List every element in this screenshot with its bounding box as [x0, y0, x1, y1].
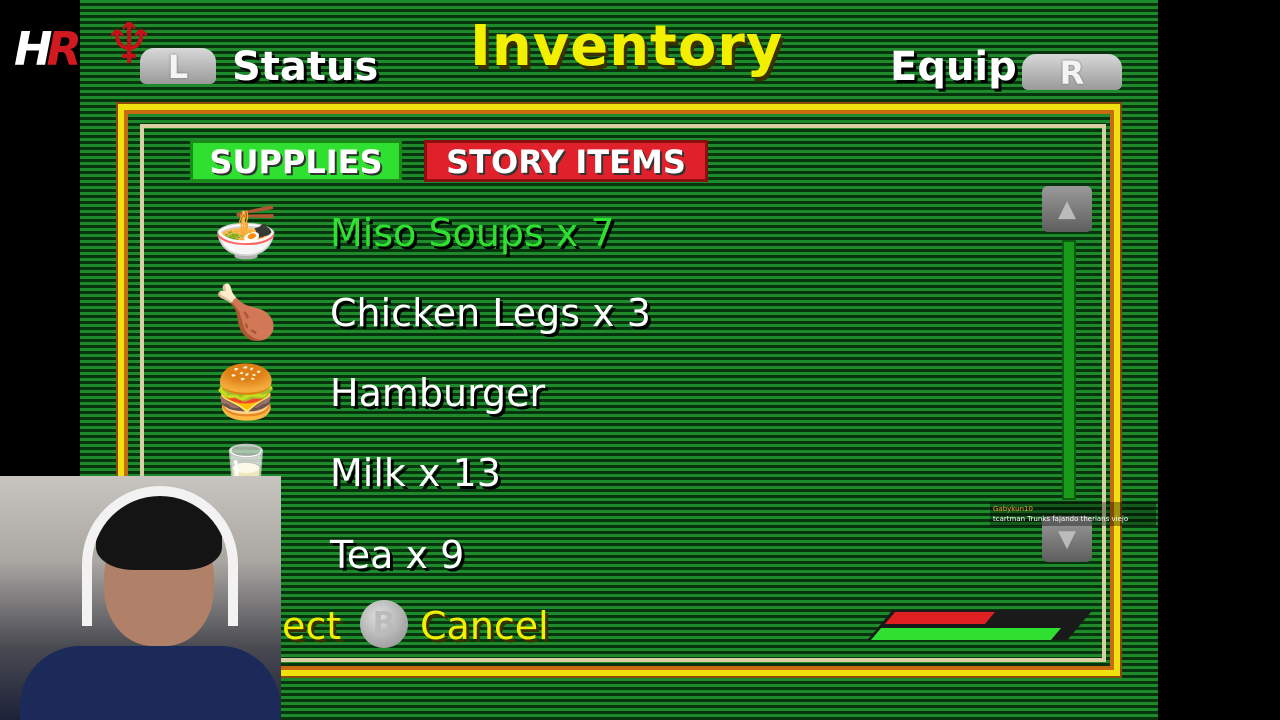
item-row-miso-soups[interactable]: 🍜 Miso Soups x 7: [210, 198, 910, 268]
miso-soup-icon: 🍜: [213, 203, 279, 263]
item-row-chicken-legs[interactable]: 🍗 Chicken Legs x 3: [210, 278, 910, 348]
streamer-shirt: [20, 646, 280, 720]
select-hint: ect: [282, 604, 342, 648]
item-label: Tea x 9: [330, 533, 465, 577]
headset-icon: [82, 486, 238, 626]
item-label: Milk x 13: [330, 451, 501, 495]
logo-letter-r: R: [46, 22, 83, 76]
status-tab-label[interactable]: Status: [232, 44, 378, 90]
stamina-bar: [870, 628, 1062, 640]
item-label: Chicken Legs x 3: [330, 291, 651, 335]
equip-tab-label[interactable]: Equip: [890, 44, 1017, 90]
webcam-overlay: [0, 476, 281, 720]
hamburger-icon: 🍔: [213, 363, 279, 423]
stream-chat-message: Gabykun10 tcartman Trunks fajando theria…: [990, 502, 1156, 526]
item-row-hamburger[interactable]: 🍔 Hamburger: [210, 358, 910, 428]
page-title: Inventory: [470, 14, 784, 79]
item-row-milk[interactable]: 🥛 Milk x 13: [210, 438, 910, 508]
cancel-hint[interactable]: Cancel: [420, 600, 549, 652]
chat-username: Gabykun10: [993, 505, 1033, 513]
logo-letter-h: H: [14, 22, 52, 76]
chicken-leg-icon: 🍗: [213, 283, 279, 343]
item-label: Hamburger: [330, 371, 546, 415]
channel-logo: HR: [14, 14, 86, 84]
r-shoulder-button[interactable]: R: [1022, 54, 1122, 92]
scrollbar[interactable]: [1062, 240, 1076, 500]
chat-text: tcartman Trunks fajando therians viejo: [993, 515, 1129, 523]
b-button-icon: B: [360, 600, 408, 648]
scroll-up-arrow-icon[interactable]: ▲: [1042, 186, 1092, 232]
tab-supplies[interactable]: SUPPLIES: [190, 140, 402, 182]
l-shoulder-button[interactable]: L: [140, 48, 216, 86]
item-label: Miso Soups x 7: [330, 211, 615, 255]
tab-story-items[interactable]: STORY ITEMS: [424, 140, 708, 182]
hp-bar: [884, 612, 996, 624]
item-row-tea[interactable]: 🍵 Tea x 9: [210, 520, 910, 590]
